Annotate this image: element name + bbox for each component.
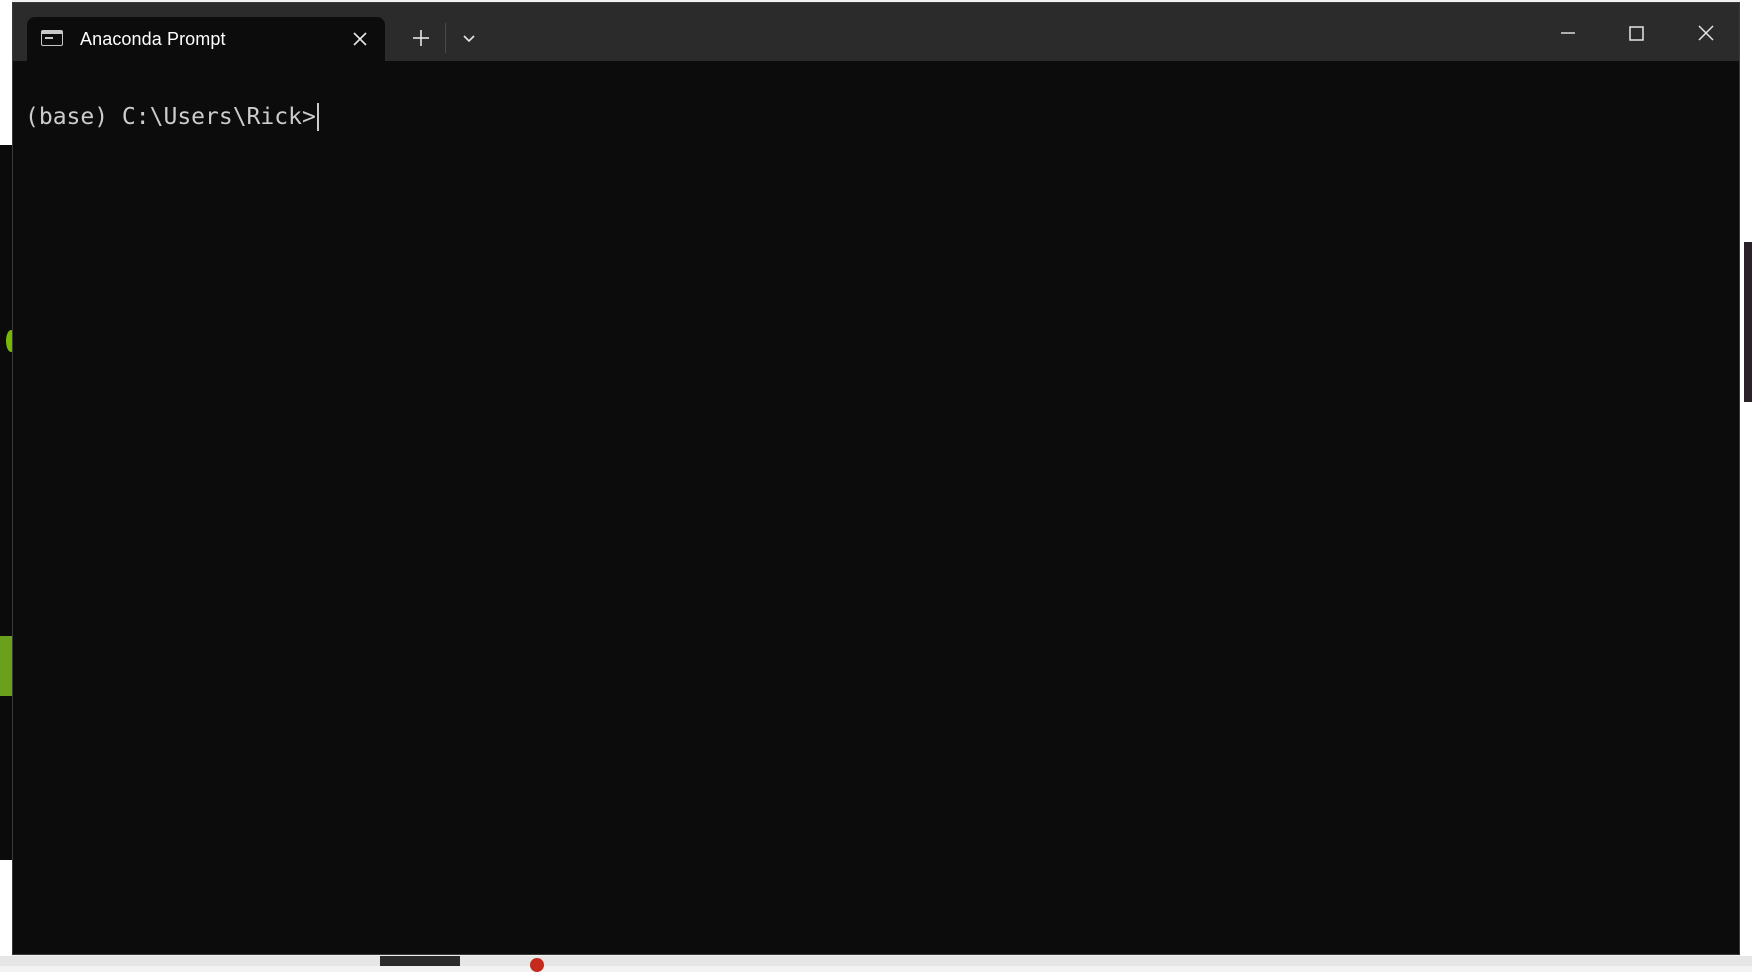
tab-anaconda-prompt[interactable]: Anaconda Prompt (27, 17, 385, 61)
terminal-icon (41, 30, 63, 46)
chevron-down-icon (463, 35, 475, 43)
background-image-strip (1744, 242, 1752, 402)
tab-dropdown-button[interactable] (453, 22, 485, 54)
background-green-button (0, 636, 12, 696)
close-window-button[interactable] (1683, 13, 1729, 53)
background-dark-panel (0, 145, 12, 860)
command-prompt-line[interactable]: (base) C:\Users\Rick> (25, 103, 319, 131)
taskbar-item (380, 956, 460, 966)
title-bar[interactable]: Anaconda Prompt (13, 3, 1739, 61)
background-app-right (1740, 0, 1752, 966)
taskbar-indicator (530, 958, 544, 972)
tab-close-button[interactable] (351, 30, 369, 48)
terminal-window: Anaconda Prompt (base) C:\Users\Rick> (12, 2, 1740, 955)
prompt-text: (base) C:\Users\Rick> (25, 104, 316, 130)
background-app-left (0, 0, 16, 966)
maximize-button[interactable] (1613, 13, 1659, 53)
close-icon (353, 32, 367, 46)
plus-icon (413, 30, 429, 46)
terminal-output[interactable]: (base) C:\Users\Rick> (13, 61, 1739, 954)
minimize-button[interactable] (1545, 13, 1591, 53)
titlebar-divider (445, 23, 446, 53)
maximize-icon (1629, 26, 1644, 41)
new-tab-button[interactable] (405, 22, 437, 54)
text-cursor (316, 103, 319, 131)
tab-title: Anaconda Prompt (80, 29, 226, 49)
background-taskbar (0, 956, 1752, 972)
minimize-icon (1561, 32, 1575, 34)
close-icon (1698, 25, 1714, 41)
